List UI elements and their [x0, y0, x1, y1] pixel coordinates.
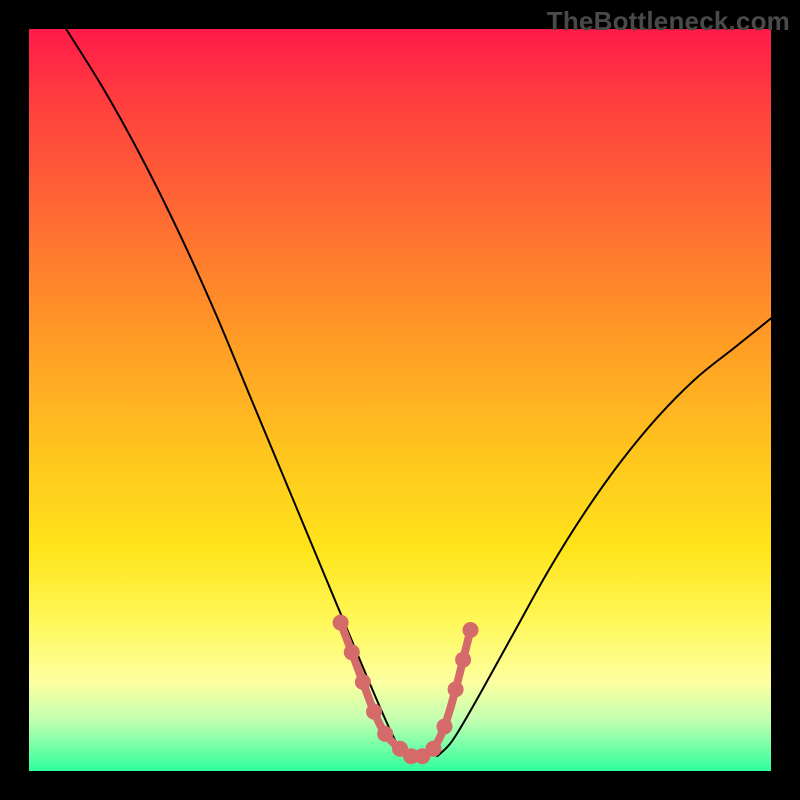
watermark-text: TheBottleneck.com	[547, 6, 790, 37]
chart-gradient-background	[29, 29, 771, 771]
